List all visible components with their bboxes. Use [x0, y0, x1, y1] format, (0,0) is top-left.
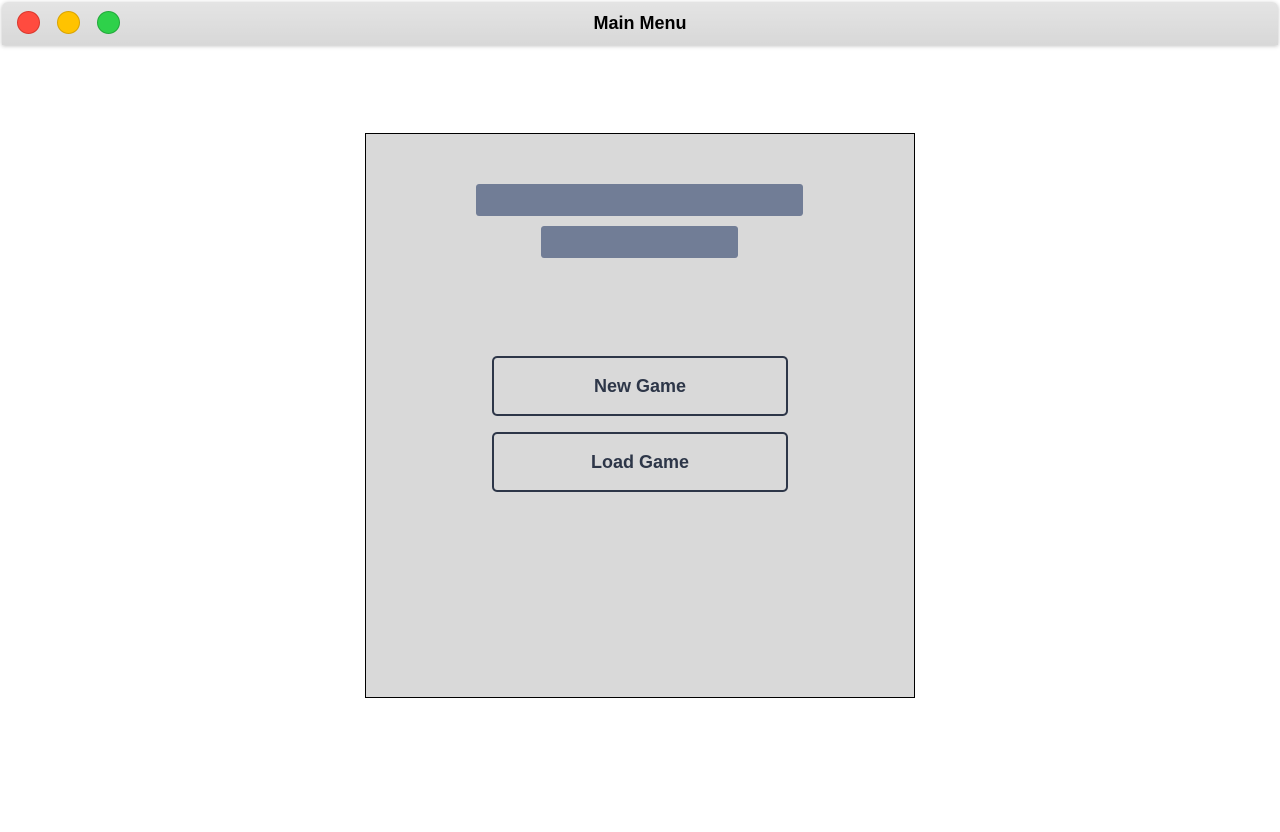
game-title-placeholder — [476, 184, 803, 216]
game-subtitle-placeholder — [541, 226, 738, 258]
window-titlebar[interactable]: Main Menu — [2, 2, 1278, 45]
load-game-button[interactable]: Load Game — [492, 432, 788, 492]
new-game-button[interactable]: New Game — [492, 356, 788, 416]
main-menu-panel: New Game Load Game — [365, 133, 915, 698]
window-title: Main Menu — [593, 13, 687, 33]
